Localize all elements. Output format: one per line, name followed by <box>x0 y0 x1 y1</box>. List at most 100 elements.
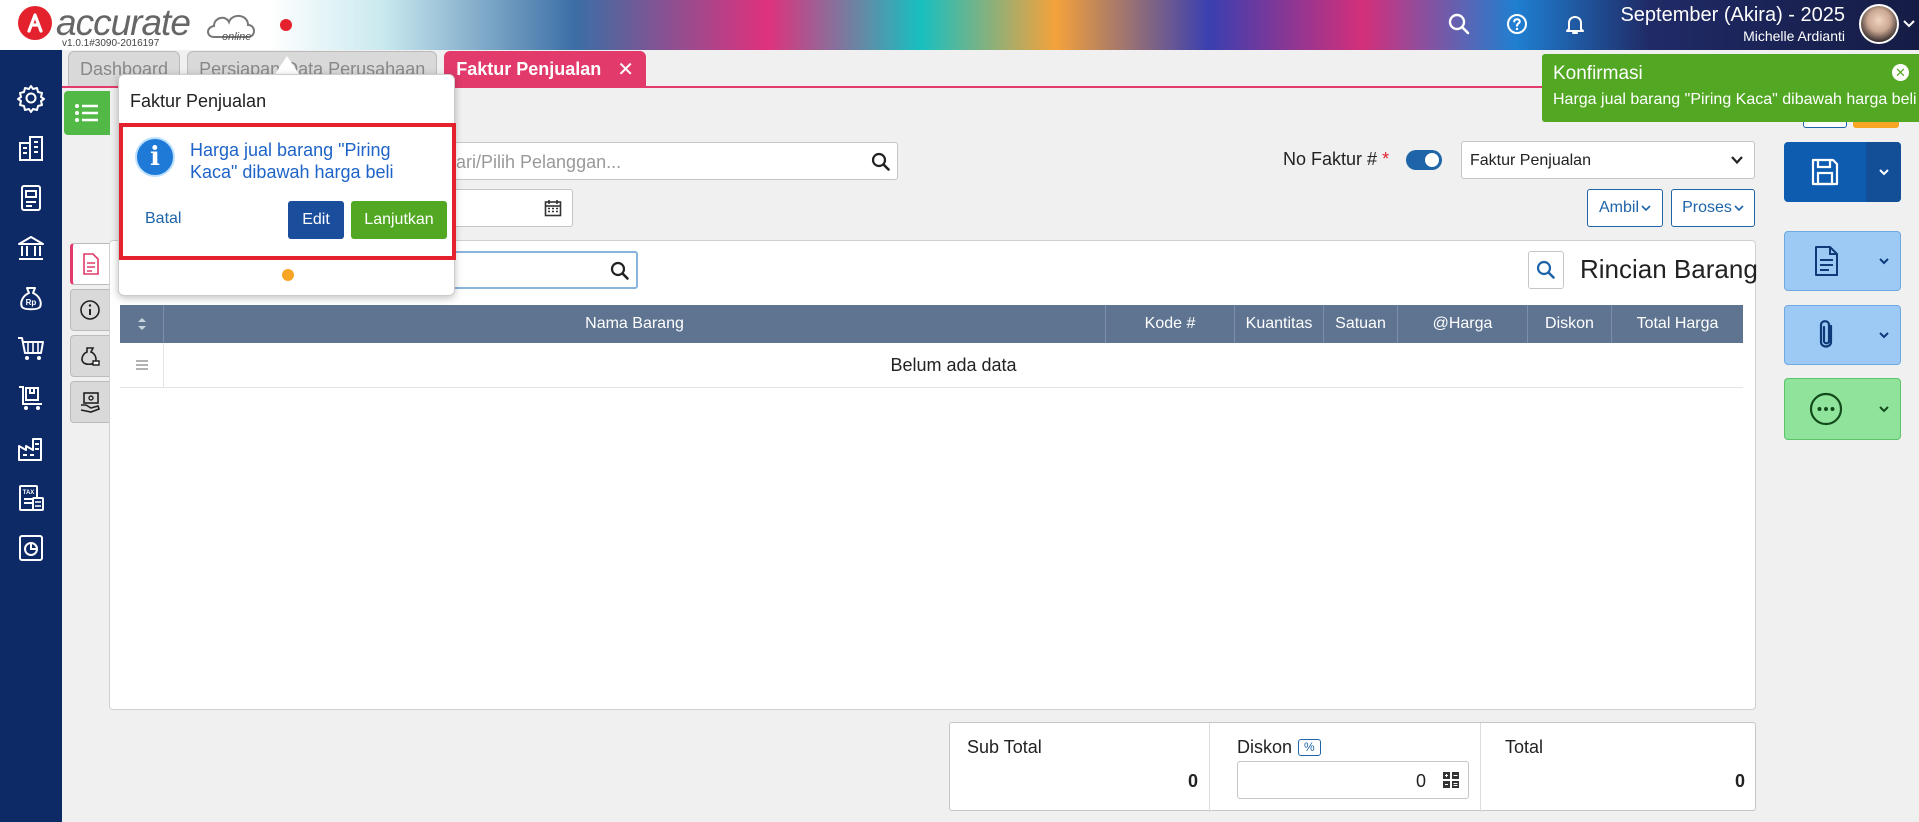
section-title: Rincian Barang <box>1580 254 1758 284</box>
chevron-down-icon <box>1878 169 1889 176</box>
svg-text:Rp: Rp <box>26 298 37 307</box>
table-header: Nama Barang Kode # Kuantitas Satuan @Har… <box>120 305 1743 343</box>
more-actions-button[interactable] <box>1784 378 1901 440</box>
settings-gear-icon[interactable] <box>13 80 49 116</box>
top-header: accurate online v1.0.1#3090-2016197 Sept… <box>0 0 1919 50</box>
chevron-down-icon <box>1878 332 1889 339</box>
subtotal-value: 0 <box>1187 771 1198 791</box>
inventory-cart-icon[interactable] <box>13 380 49 416</box>
document-icon <box>1815 246 1838 276</box>
ledger-book-icon[interactable] <box>13 180 49 216</box>
svg-text:TAX: TAX <box>23 490 35 496</box>
chevron-down-icon <box>1734 205 1744 212</box>
chevron-down-icon[interactable] <box>1902 16 1916 30</box>
proses-button[interactable]: Proses <box>1671 189 1755 227</box>
document-icon <box>83 253 99 275</box>
help-icon[interactable] <box>1503 10 1531 38</box>
cash-hand-icon <box>80 392 101 413</box>
period-label: September (Akira) - 2025 <box>1620 4 1845 26</box>
factory-icon[interactable] <box>13 430 49 466</box>
totals-panel: Sub Total 0 Diskon% 0 Total 0 <box>949 722 1757 812</box>
column-header[interactable]: Total Harga <box>1612 305 1743 343</box>
vtab-info[interactable] <box>70 289 110 331</box>
invoice-number-label: No Faktur # * <box>1283 149 1390 169</box>
chevron-down-icon <box>1731 156 1743 165</box>
report-chart-icon[interactable] <box>13 530 49 566</box>
discount-value: 0 <box>1415 771 1426 791</box>
confirmation-toast: Konfirmasi Harga jual barang "Piring Kac… <box>1542 54 1919 122</box>
chevron-down-icon <box>1878 406 1889 413</box>
logo-subtext: online <box>222 31 252 43</box>
attachment-button[interactable] <box>1784 305 1901 365</box>
toast-title: Konfirmasi <box>1553 63 1643 84</box>
column-header[interactable]: Diskon <box>1528 305 1612 343</box>
money-bag-icon <box>81 347 100 366</box>
popup-title: Faktur Penjualan <box>130 91 267 111</box>
rincian-search-button[interactable] <box>1528 251 1564 289</box>
column-header[interactable]: @Harga <box>1398 305 1528 343</box>
save-floppy-icon <box>1811 158 1839 186</box>
vtab-cost[interactable] <box>70 335 110 377</box>
table-row: Belum ada data <box>120 343 1743 388</box>
toast-message: Harga jual barang "Piring Kaca" dibawah … <box>1553 91 1917 108</box>
column-header[interactable]: Satuan <box>1324 305 1398 343</box>
close-icon[interactable]: ✕ <box>1892 64 1909 81</box>
popup-pointer <box>275 56 299 74</box>
popup-highlight-box: i Harga jual barang "Piring Kaca" dibawa… <box>119 123 456 260</box>
total-cell: Total 0 <box>1480 723 1757 812</box>
vtab-item-details[interactable] <box>70 243 110 285</box>
tab-label: Faktur Penjualan <box>456 58 602 79</box>
bank-icon[interactable] <box>13 230 49 266</box>
sort-icon <box>137 318 146 330</box>
tax-document-icon[interactable]: TAX <box>13 480 49 516</box>
discount-input[interactable]: 0 <box>1237 761 1469 799</box>
calendar-icon[interactable] <box>544 199 562 217</box>
company-building-icon[interactable] <box>13 130 49 166</box>
vtab-payment[interactable] <box>70 381 110 423</box>
shopping-cart-icon[interactable] <box>13 330 49 366</box>
user-period-info[interactable]: September (Akira) - 2025 Michelle Ardian… <box>1590 4 1845 44</box>
bell-icon[interactable] <box>1561 10 1589 38</box>
list-view-button[interactable] <box>64 91 110 135</box>
close-icon[interactable]: ✕ <box>617 57 634 82</box>
item-search-input[interactable] <box>430 251 638 289</box>
column-header[interactable]: Kode # <box>1106 305 1235 343</box>
info-icon: i <box>135 137 175 177</box>
total-value: 0 <box>1734 771 1745 791</box>
calculator-icon[interactable] <box>1442 771 1460 789</box>
percent-toggle[interactable]: % <box>1298 739 1321 756</box>
save-dropdown[interactable] <box>1866 142 1901 202</box>
confirmation-popup: Faktur Penjualan i Harga jual barang "Pi… <box>118 74 456 296</box>
logo-mark-icon <box>18 6 52 40</box>
avatar[interactable] <box>1859 4 1899 44</box>
tab-faktur-penjualan[interactable]: Faktur Penjualan ✕ <box>444 51 647 87</box>
main-sidebar: Rp TAX <box>0 50 62 822</box>
search-icon[interactable] <box>871 152 891 172</box>
user-name: Michelle Ardianti <box>1743 28 1845 44</box>
search-icon[interactable] <box>610 261 630 281</box>
customer-search-input[interactable]: Cari/Pilih Pelanggan... <box>430 142 898 180</box>
print-document-button[interactable] <box>1784 231 1901 291</box>
column-header[interactable]: Kuantitas <box>1235 305 1324 343</box>
status-dot <box>280 19 292 31</box>
drag-handle-icon[interactable] <box>120 343 164 387</box>
popup-indicator-dot <box>282 269 294 281</box>
chevron-down-icon <box>1878 258 1889 265</box>
cancel-link[interactable]: Batal <box>145 210 181 228</box>
info-circle-icon <box>80 300 100 320</box>
search-icon[interactable] <box>1445 10 1473 38</box>
subtotal-cell: Sub Total 0 <box>950 723 1210 812</box>
sort-handle-column[interactable] <box>120 305 164 343</box>
save-button[interactable] <box>1784 142 1901 202</box>
edit-button[interactable]: Edit <box>288 201 344 239</box>
subtotal-label: Sub Total <box>967 737 1042 757</box>
item-table: Nama Barang Kode # Kuantitas Satuan @Har… <box>120 305 1743 388</box>
ambil-button[interactable]: Ambil <box>1587 189 1663 227</box>
continue-button[interactable]: Lanjutkan <box>351 201 447 239</box>
invoice-type-select[interactable]: Faktur Penjualan <box>1461 141 1755 179</box>
more-dots-icon <box>1809 392 1843 426</box>
app-logo[interactable]: accurate online v1.0.1#3090-2016197 <box>18 4 298 49</box>
column-header[interactable]: Nama Barang <box>164 305 1106 343</box>
money-bag-icon[interactable]: Rp <box>13 280 49 316</box>
auto-number-toggle[interactable] <box>1406 150 1442 170</box>
